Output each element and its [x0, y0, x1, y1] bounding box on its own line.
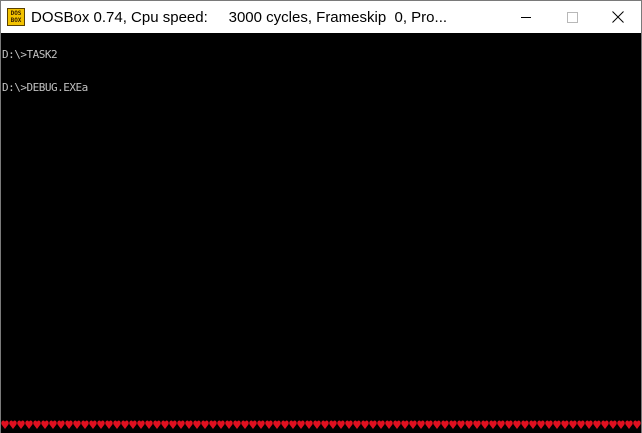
heart-icon [585, 420, 593, 429]
title-bar[interactable]: DOS BOX DOSBox 0.74, Cpu speed: 3000 cyc… [1, 1, 641, 33]
heart-icon [65, 420, 73, 429]
heart-icon [361, 420, 369, 429]
heart-icon [625, 420, 633, 429]
heart-icon [441, 420, 449, 429]
heart-icon [313, 420, 321, 429]
heart-icon [289, 420, 297, 429]
caption-buttons [503, 1, 641, 33]
heart-icon [425, 420, 433, 429]
heart-icon [617, 420, 625, 429]
heart-icon [561, 420, 569, 429]
heart-icon [481, 420, 489, 429]
heart-icon [89, 420, 97, 429]
window-title: DOSBox 0.74, Cpu speed: 3000 cycles, Fra… [31, 8, 448, 26]
console-line-debug: D:\>DEBUG.EXEa [2, 81, 88, 94]
heart-icon [465, 420, 473, 429]
heart-icon [345, 420, 353, 429]
heart-icon [385, 420, 393, 429]
heart-icon [377, 420, 385, 429]
heart-icon [137, 420, 145, 429]
heart-icon [601, 420, 609, 429]
heart-icon [161, 420, 169, 429]
heart-icon [153, 420, 161, 429]
heart-icon [73, 420, 81, 429]
heart-icon [433, 420, 441, 429]
heart-icon [593, 420, 601, 429]
close-icon [612, 11, 624, 23]
heart-icon [321, 420, 329, 429]
dosbox-app-icon[interactable]: DOS BOX [7, 8, 25, 26]
heart-icon [329, 420, 337, 429]
heart-icon [17, 420, 25, 429]
heart-icon [201, 420, 209, 429]
heart-icon [369, 420, 377, 429]
close-button[interactable] [595, 1, 641, 33]
heart-icon [185, 420, 193, 429]
heart-icon [49, 420, 57, 429]
maximize-button[interactable] [549, 1, 595, 33]
heart-icon [497, 420, 505, 429]
heart-icon [41, 420, 49, 429]
heart-icon [177, 420, 185, 429]
heart-icon [193, 420, 201, 429]
heart-icon [257, 420, 265, 429]
heart-icon [417, 420, 425, 429]
heart-icon [473, 420, 481, 429]
heart-icon [169, 420, 177, 429]
heart-icon [33, 420, 41, 429]
heart-icon [449, 420, 457, 429]
heart-icon [353, 420, 361, 429]
heart-icon [337, 420, 345, 429]
heart-icon [521, 420, 529, 429]
dos-console-screen[interactable]: D:\>TASK2 D:\>DEBUG.EXEa [1, 33, 641, 417]
heart-icon [225, 420, 233, 429]
heart-icon [9, 420, 17, 429]
heart-icon [393, 420, 401, 429]
heart-icon [81, 420, 89, 429]
heart-icon [401, 420, 409, 429]
heart-icon [281, 420, 289, 429]
heart-icon [233, 420, 241, 429]
heart-icon [25, 420, 33, 429]
heart-icon [129, 420, 137, 429]
app-icon-letters-bottom: BOX [10, 17, 22, 24]
heart-icon [569, 420, 577, 429]
minimize-button[interactable] [503, 1, 549, 33]
heart-icon [297, 420, 305, 429]
heart-icon [249, 420, 257, 429]
heart-icon [545, 420, 553, 429]
heart-icon [121, 420, 129, 429]
heart-icon [209, 420, 217, 429]
heart-icon [457, 420, 465, 429]
minimize-icon [521, 16, 531, 18]
heart-icon [529, 420, 537, 429]
app-icon-letters-top: DOS [10, 10, 22, 17]
heart-icon [537, 420, 545, 429]
heart-icon [489, 420, 497, 429]
heart-icon [97, 420, 105, 429]
heart-icon [577, 420, 585, 429]
heart-icon [513, 420, 521, 429]
heart-icon [217, 420, 225, 429]
heart-icon [553, 420, 561, 429]
heart-icon [145, 420, 153, 429]
heart-icon [1, 420, 9, 429]
heart-icon [409, 420, 417, 429]
heart-icon [113, 420, 121, 429]
heart-icon [265, 420, 273, 429]
heart-icon [57, 420, 65, 429]
heart-icon [241, 420, 249, 429]
heart-icon [633, 420, 641, 429]
maximize-icon [566, 11, 578, 23]
dosbox-window: DOS BOX DOSBox 0.74, Cpu speed: 3000 cyc… [0, 0, 642, 433]
heart-icon [609, 420, 617, 429]
heart-icon [305, 420, 313, 429]
heart-icon [505, 420, 513, 429]
heart-icon [273, 420, 281, 429]
heart-icon [105, 420, 113, 429]
console-line-task2: D:\>TASK2 [2, 48, 58, 61]
heart-strip [1, 417, 641, 433]
